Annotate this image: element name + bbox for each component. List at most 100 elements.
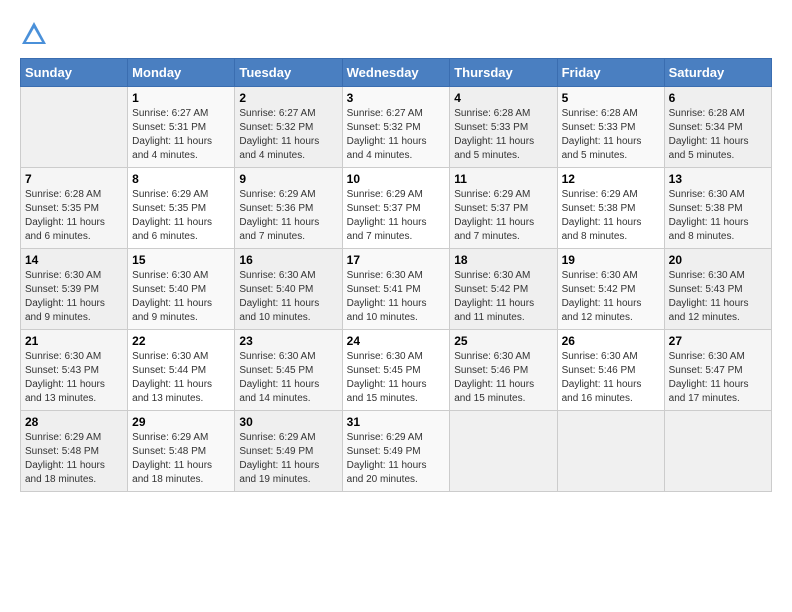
day-number: 15	[132, 253, 230, 267]
day-number: 2	[239, 91, 337, 105]
calendar-cell: 27Sunrise: 6:30 AM Sunset: 5:47 PM Dayli…	[664, 330, 771, 411]
day-number: 3	[347, 91, 446, 105]
day-header-friday: Friday	[557, 59, 664, 87]
day-info: Sunrise: 6:28 AM Sunset: 5:35 PM Dayligh…	[25, 188, 123, 244]
calendar-cell: 13 Sunrise: 6:30 AM Sunset: 5:38 PM Dayli…	[664, 168, 771, 249]
day-info: Sunrise: 6:30 AM Sunset: 5:38 PM Dayligh…	[669, 188, 767, 244]
day-info: Sunrise: 6:29 AM Sunset: 5:48 PM Dayligh…	[132, 431, 230, 487]
day-number: 26	[562, 334, 660, 348]
calendar-cell: 19Sunrise: 6:30 AM Sunset: 5:42 PM Dayli…	[557, 249, 664, 330]
page-header	[20, 20, 772, 48]
calendar-cell: 7 Sunrise: 6:28 AM Sunset: 5:35 PM Daylig…	[21, 168, 128, 249]
day-number: 12	[562, 172, 660, 186]
calendar-cell: 30Sunrise: 6:29 AM Sunset: 5:49 PM Dayli…	[235, 411, 342, 492]
day-info: Sunrise: 6:30 AM Sunset: 5:45 PM Dayligh…	[239, 350, 337, 406]
day-number: 14	[25, 253, 123, 267]
day-header-wednesday: Wednesday	[342, 59, 450, 87]
calendar-cell	[21, 87, 128, 168]
day-info: Sunrise: 6:30 AM Sunset: 5:39 PM Dayligh…	[25, 269, 123, 325]
day-info: Sunrise: 6:29 AM Sunset: 5:37 PM Dayligh…	[347, 188, 446, 244]
day-info: Sunrise: 6:30 AM Sunset: 5:44 PM Dayligh…	[132, 350, 230, 406]
day-info: Sunrise: 6:29 AM Sunset: 5:38 PM Dayligh…	[562, 188, 660, 244]
days-header-row: SundayMondayTuesdayWednesdayThursdayFrid…	[21, 59, 772, 87]
day-info: Sunrise: 6:27 AM Sunset: 5:32 PM Dayligh…	[347, 107, 446, 163]
day-info: Sunrise: 6:29 AM Sunset: 5:35 PM Dayligh…	[132, 188, 230, 244]
day-number: 10	[347, 172, 446, 186]
day-info: Sunrise: 6:29 AM Sunset: 5:49 PM Dayligh…	[239, 431, 337, 487]
calendar-cell	[450, 411, 557, 492]
day-info: Sunrise: 6:27 AM Sunset: 5:32 PM Dayligh…	[239, 107, 337, 163]
calendar-body: 1 Sunrise: 6:27 AM Sunset: 5:31 PM Daylig…	[21, 87, 772, 492]
calendar-cell: 16 Sunrise: 6:30 AM Sunset: 5:40 PM Dayli…	[235, 249, 342, 330]
day-info: Sunrise: 6:30 AM Sunset: 5:40 PM Dayligh…	[239, 269, 337, 325]
calendar-cell: 2 Sunrise: 6:27 AM Sunset: 5:32 PM Daylig…	[235, 87, 342, 168]
day-number: 7	[25, 172, 123, 186]
calendar-cell: 23 Sunrise: 6:30 AM Sunset: 5:45 PM Dayli…	[235, 330, 342, 411]
day-info: Sunrise: 6:30 AM Sunset: 5:43 PM Dayligh…	[669, 269, 767, 325]
day-info: Sunrise: 6:29 AM Sunset: 5:36 PM Dayligh…	[239, 188, 337, 244]
day-number: 20	[669, 253, 767, 267]
day-number: 18	[454, 253, 552, 267]
calendar-cell: 25 Sunrise: 6:30 AM Sunset: 5:46 PM Dayli…	[450, 330, 557, 411]
day-info: Sunrise: 6:30 AM Sunset: 5:41 PM Dayligh…	[347, 269, 446, 325]
calendar-cell: 22Sunrise: 6:30 AM Sunset: 5:44 PM Dayli…	[128, 330, 235, 411]
day-number: 6	[669, 91, 767, 105]
day-number: 23	[239, 334, 337, 348]
calendar-cell: 8 Sunrise: 6:29 AM Sunset: 5:35 PM Daylig…	[128, 168, 235, 249]
day-number: 25	[454, 334, 552, 348]
calendar-cell: 31 Sunrise: 6:29 AM Sunset: 5:49 PM Dayli…	[342, 411, 450, 492]
calendar-cell: 11 Sunrise: 6:29 AM Sunset: 5:37 PM Dayli…	[450, 168, 557, 249]
day-number: 11	[454, 172, 552, 186]
day-info: Sunrise: 6:30 AM Sunset: 5:47 PM Dayligh…	[669, 350, 767, 406]
day-number: 8	[132, 172, 230, 186]
day-number: 29	[132, 415, 230, 429]
calendar-cell: 9 Sunrise: 6:29 AM Sunset: 5:36 PM Daylig…	[235, 168, 342, 249]
calendar-cell: 15 Sunrise: 6:30 AM Sunset: 5:40 PM Dayli…	[128, 249, 235, 330]
calendar-week-5: 28 Sunrise: 6:29 AM Sunset: 5:48 PM Dayli…	[21, 411, 772, 492]
calendar-cell: 5 Sunrise: 6:28 AM Sunset: 5:33 PM Daylig…	[557, 87, 664, 168]
calendar-header: SundayMondayTuesdayWednesdayThursdayFrid…	[21, 59, 772, 87]
day-info: Sunrise: 6:29 AM Sunset: 5:48 PM Dayligh…	[25, 431, 123, 487]
day-number: 16	[239, 253, 337, 267]
day-number: 28	[25, 415, 123, 429]
day-header-monday: Monday	[128, 59, 235, 87]
day-number: 1	[132, 91, 230, 105]
day-header-sunday: Sunday	[21, 59, 128, 87]
day-info: Sunrise: 6:28 AM Sunset: 5:33 PM Dayligh…	[562, 107, 660, 163]
day-info: Sunrise: 6:30 AM Sunset: 5:46 PM Dayligh…	[454, 350, 552, 406]
day-header-tuesday: Tuesday	[235, 59, 342, 87]
day-info: Sunrise: 6:30 AM Sunset: 5:43 PM Dayligh…	[25, 350, 123, 406]
calendar-cell: 28 Sunrise: 6:29 AM Sunset: 5:48 PM Dayli…	[21, 411, 128, 492]
calendar-week-4: 21 Sunrise: 6:30 AM Sunset: 5:43 PM Dayli…	[21, 330, 772, 411]
calendar-cell: 10 Sunrise: 6:29 AM Sunset: 5:37 PM Dayli…	[342, 168, 450, 249]
day-number: 13	[669, 172, 767, 186]
day-info: Sunrise: 6:27 AM Sunset: 5:31 PM Dayligh…	[132, 107, 230, 163]
calendar-cell: 4 Sunrise: 6:28 AM Sunset: 5:33 PM Daylig…	[450, 87, 557, 168]
calendar-week-2: 7 Sunrise: 6:28 AM Sunset: 5:35 PM Daylig…	[21, 168, 772, 249]
logo-icon	[20, 20, 48, 48]
calendar-cell: 26Sunrise: 6:30 AM Sunset: 5:46 PM Dayli…	[557, 330, 664, 411]
day-info: Sunrise: 6:30 AM Sunset: 5:45 PM Dayligh…	[347, 350, 446, 406]
calendar-cell: 29 Sunrise: 6:29 AM Sunset: 5:48 PM Dayli…	[128, 411, 235, 492]
day-number: 21	[25, 334, 123, 348]
day-header-thursday: Thursday	[450, 59, 557, 87]
calendar-cell: 6Sunrise: 6:28 AM Sunset: 5:34 PM Daylig…	[664, 87, 771, 168]
calendar-cell	[557, 411, 664, 492]
calendar-cell	[664, 411, 771, 492]
logo	[20, 20, 52, 48]
day-info: Sunrise: 6:28 AM Sunset: 5:33 PM Dayligh…	[454, 107, 552, 163]
day-header-saturday: Saturday	[664, 59, 771, 87]
day-number: 5	[562, 91, 660, 105]
day-info: Sunrise: 6:29 AM Sunset: 5:49 PM Dayligh…	[347, 431, 446, 487]
calendar-cell: 14 Sunrise: 6:30 AM Sunset: 5:39 PM Dayli…	[21, 249, 128, 330]
calendar-cell: 18Sunrise: 6:30 AM Sunset: 5:42 PM Dayli…	[450, 249, 557, 330]
calendar-cell: 21 Sunrise: 6:30 AM Sunset: 5:43 PM Dayli…	[21, 330, 128, 411]
day-number: 17	[347, 253, 446, 267]
day-info: Sunrise: 6:29 AM Sunset: 5:37 PM Dayligh…	[454, 188, 552, 244]
day-number: 31	[347, 415, 446, 429]
day-number: 9	[239, 172, 337, 186]
day-info: Sunrise: 6:30 AM Sunset: 5:40 PM Dayligh…	[132, 269, 230, 325]
calendar-cell: 1 Sunrise: 6:27 AM Sunset: 5:31 PM Daylig…	[128, 87, 235, 168]
day-number: 4	[454, 91, 552, 105]
calendar-cell: 3 Sunrise: 6:27 AM Sunset: 5:32 PM Daylig…	[342, 87, 450, 168]
